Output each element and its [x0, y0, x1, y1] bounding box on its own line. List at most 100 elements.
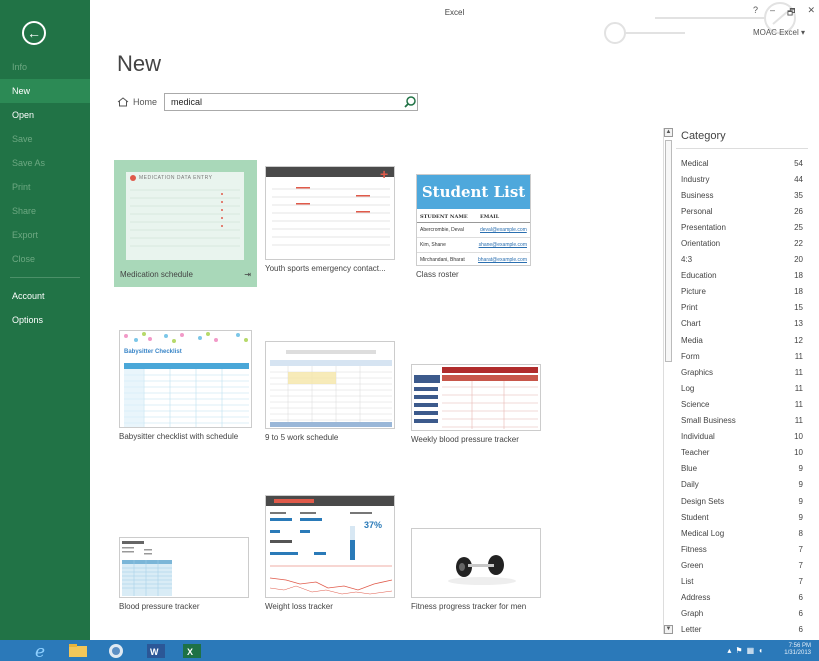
template-weight-loss-tracker[interactable]: 37% Weight loss tracker: [265, 495, 395, 611]
app-title: Excel: [444, 8, 465, 17]
category-item[interactable]: Form 11: [676, 348, 808, 364]
category-item[interactable]: Teacher 10: [676, 445, 808, 461]
category-item[interactable]: Picture 18: [676, 284, 808, 300]
file-explorer-icon[interactable]: [66, 642, 90, 659]
back-arrow-icon[interactable]: ←: [22, 21, 46, 45]
flag-icon[interactable]: ⚑: [735, 646, 746, 655]
nav-new[interactable]: New: [0, 79, 90, 103]
nav-save-as[interactable]: Save As: [0, 151, 90, 175]
minimize-icon[interactable]: –: [770, 5, 775, 21]
category-item[interactable]: Small Business 11: [676, 413, 808, 429]
restore-icon[interactable]: 🗗: [787, 5, 795, 21]
category-count: 7: [798, 544, 803, 554]
category-item[interactable]: Personal 26: [676, 203, 808, 219]
category-item[interactable]: Fitness 7: [676, 541, 808, 557]
backstage-sidebar: ← Info New Open Save Save As Print Share…: [0, 0, 90, 640]
template-medication-schedule[interactable]: MEDICATION DATA ENTRY Medication schedul…: [114, 160, 257, 287]
nav-close[interactable]: Close: [0, 247, 90, 271]
breadcrumb-home: Home: [133, 97, 158, 107]
template-class-roster[interactable]: Student List STUDENT NAME EMAIL Abercrom…: [416, 174, 531, 279]
category-name: Fitness: [681, 544, 707, 554]
category-item[interactable]: Medical Log 8: [676, 525, 808, 541]
scroll-thumb[interactable]: [665, 140, 672, 362]
template-weekly-bp-tracker[interactable]: Weekly blood pressure tracker: [411, 364, 541, 444]
category-item[interactable]: Blue 9: [676, 461, 808, 477]
category-list: Medical 54 Industry 44 Business 35 Personal 26 P…: [676, 155, 808, 638]
roster-cell: Abercrombie, Deval: [420, 227, 464, 233]
category-count: 11: [794, 367, 803, 377]
category-item[interactable]: Letter 6: [676, 622, 808, 638]
category-item[interactable]: Individual 10: [676, 429, 808, 445]
volume-icon[interactable]: ◖: [758, 646, 767, 655]
svg-text:W: W: [150, 647, 159, 657]
category-panel: Category Medical 54 Industry 44 Business 35 Pe…: [676, 128, 808, 638]
category-item[interactable]: Education 18: [676, 268, 808, 284]
pin-icon[interactable]: ⇥: [244, 270, 251, 279]
category-item[interactable]: Science 11: [676, 396, 808, 412]
word-icon[interactable]: W: [144, 642, 168, 659]
nav-account[interactable]: Account: [0, 284, 90, 308]
template-thumbnail: [265, 341, 395, 429]
account-label: MOAC Excel: [752, 28, 799, 37]
confetti-banner-icon: [124, 332, 248, 343]
excel-icon[interactable]: X: [180, 642, 204, 659]
category-item[interactable]: Address 6: [676, 590, 808, 606]
roster-cell: Mirchandani, Bharat: [420, 257, 465, 263]
weight-loss-percent: 37%: [364, 520, 383, 530]
category-item[interactable]: Daily 9: [676, 477, 808, 493]
nav-print[interactable]: Print: [0, 175, 90, 199]
category-item[interactable]: Chart 13: [676, 316, 808, 332]
nav-info[interactable]: Info: [0, 55, 90, 79]
category-item[interactable]: Student 9: [676, 509, 808, 525]
category-item[interactable]: Design Sets 9: [676, 493, 808, 509]
search-icon[interactable]: [403, 95, 417, 109]
nav-options[interactable]: Options: [0, 308, 90, 332]
help-icon[interactable]: ?: [753, 5, 758, 21]
category-item[interactable]: Industry 44: [676, 171, 808, 187]
category-item[interactable]: 4:3 20: [676, 252, 808, 268]
category-scrollbar[interactable]: ▲ ▼: [663, 128, 673, 634]
template-logo-icon: [130, 175, 136, 181]
scroll-up-icon[interactable]: ▲: [664, 128, 673, 137]
breadcrumb[interactable]: Home: [117, 97, 157, 107]
ie-icon[interactable]: e: [30, 642, 54, 659]
category-item[interactable]: Media 12: [676, 332, 808, 348]
category-count: 9: [798, 496, 803, 506]
category-item[interactable]: Business 35: [676, 187, 808, 203]
category-name: Teacher: [681, 448, 710, 458]
category-item[interactable]: Presentation 25: [676, 219, 808, 235]
nav-open[interactable]: Open: [0, 103, 90, 127]
account-menu[interactable]: MOAC Excel ▾: [753, 28, 805, 37]
nav-divider: [10, 277, 80, 278]
scroll-down-icon[interactable]: ▼: [664, 625, 673, 634]
template-babysitter-checklist[interactable]: Babysitter Checklist Babysitter checklis…: [119, 330, 252, 441]
category-item[interactable]: Log 11: [676, 380, 808, 396]
category-item[interactable]: Print 15: [676, 300, 808, 316]
template-fitness-tracker[interactable]: Fitness progress tracker for men: [411, 528, 541, 611]
category-count: 20: [794, 255, 803, 265]
nav-save[interactable]: Save: [0, 127, 90, 151]
template-youth-sports[interactable]: + Youth sports emergency contact...: [265, 166, 395, 273]
category-count: 13: [794, 319, 803, 329]
system-tray[interactable]: ▴⚑▦◖: [727, 646, 767, 655]
nav-share[interactable]: Share: [0, 199, 90, 223]
category-count: 44: [794, 174, 803, 184]
category-name: Picture: [681, 287, 706, 297]
category-item[interactable]: Orientation 22: [676, 235, 808, 251]
close-icon[interactable]: ✕: [807, 5, 815, 21]
category-item[interactable]: Medical 54: [676, 155, 808, 171]
template-bp-tracker[interactable]: Blood pressure tracker: [119, 537, 249, 611]
network-icon[interactable]: ▦: [747, 646, 759, 655]
template-label: Babysitter checklist with schedule: [119, 432, 239, 441]
category-count: 10: [794, 432, 803, 442]
template-search-input[interactable]: [164, 93, 418, 111]
category-item[interactable]: Green 7: [676, 557, 808, 573]
outlook-icon[interactable]: [104, 642, 128, 659]
clock[interactable]: 7:56 PM 1/31/2013: [784, 643, 811, 657]
category-item[interactable]: Graph 6: [676, 606, 808, 622]
category-item[interactable]: List 7: [676, 573, 808, 589]
category-item[interactable]: Graphics 11: [676, 364, 808, 380]
template-work-schedule[interactable]: 9 to 5 work schedule: [265, 341, 395, 442]
category-count: 26: [794, 206, 803, 216]
nav-export[interactable]: Export: [0, 223, 90, 247]
